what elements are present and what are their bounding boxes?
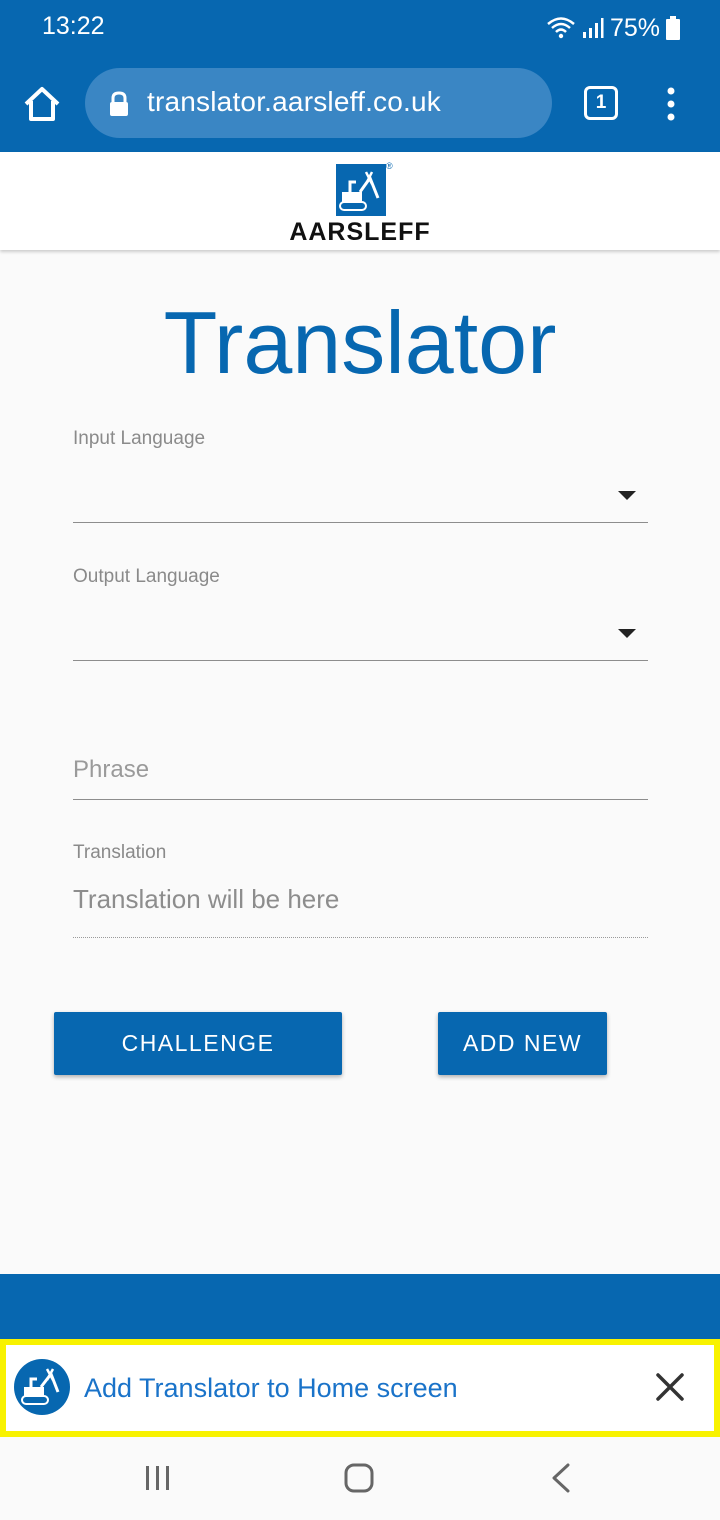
translation-label: Translation xyxy=(73,842,167,863)
status-icons: 75% xyxy=(546,12,680,44)
dropdown-arrow-icon xyxy=(618,491,636,500)
excavator-icon xyxy=(21,1368,60,1405)
home-icon[interactable] xyxy=(20,82,64,126)
registered-mark: ® xyxy=(386,161,393,171)
add-to-home-text[interactable]: Add Translator to Home screen xyxy=(84,1373,458,1404)
battery-percent: 75% xyxy=(609,13,660,42)
more-options-icon[interactable] xyxy=(660,86,682,122)
dropdown-arrow-icon xyxy=(618,629,636,638)
logo-text: AARSLEFF xyxy=(289,218,431,246)
output-language-select[interactable] xyxy=(73,611,648,661)
page-title: Translator xyxy=(163,293,557,392)
signal-icon xyxy=(582,18,604,38)
output-language-label: Output Language xyxy=(73,566,220,587)
url-text[interactable]: translator.aarsleff.co.uk xyxy=(147,86,441,118)
lock-icon xyxy=(110,91,128,116)
challenge-button[interactable]: CHALLENGE xyxy=(54,1012,342,1075)
input-language-select[interactable] xyxy=(73,473,648,523)
system-nav-bar xyxy=(0,1437,720,1520)
status-time: 13:22 xyxy=(42,12,105,40)
wifi-icon xyxy=(547,17,575,39)
phrase-input[interactable] xyxy=(73,740,648,800)
back-icon[interactable] xyxy=(550,1463,572,1493)
add-new-button[interactable]: ADD NEW xyxy=(438,1012,607,1075)
site-header: ® AARSLEFF xyxy=(0,152,720,250)
recent-apps-icon[interactable] xyxy=(145,1465,171,1491)
browser-chrome: 13:22 75% translator.aarsleff.co.uk 1 xyxy=(0,0,720,152)
close-icon[interactable] xyxy=(652,1369,688,1405)
aarsleff-logo-icon[interactable] xyxy=(336,164,386,216)
page-footer xyxy=(0,1274,720,1340)
add-to-home-banner[interactable]: Add Translator to Home screen xyxy=(0,1339,720,1437)
home-nav-icon[interactable] xyxy=(344,1463,374,1493)
battery-icon xyxy=(666,16,680,40)
input-language-label: Input Language xyxy=(73,428,206,449)
tab-switcher-button[interactable]: 1 xyxy=(584,86,618,120)
translation-output: Translation will be here xyxy=(73,884,648,938)
app-icon xyxy=(14,1359,70,1415)
